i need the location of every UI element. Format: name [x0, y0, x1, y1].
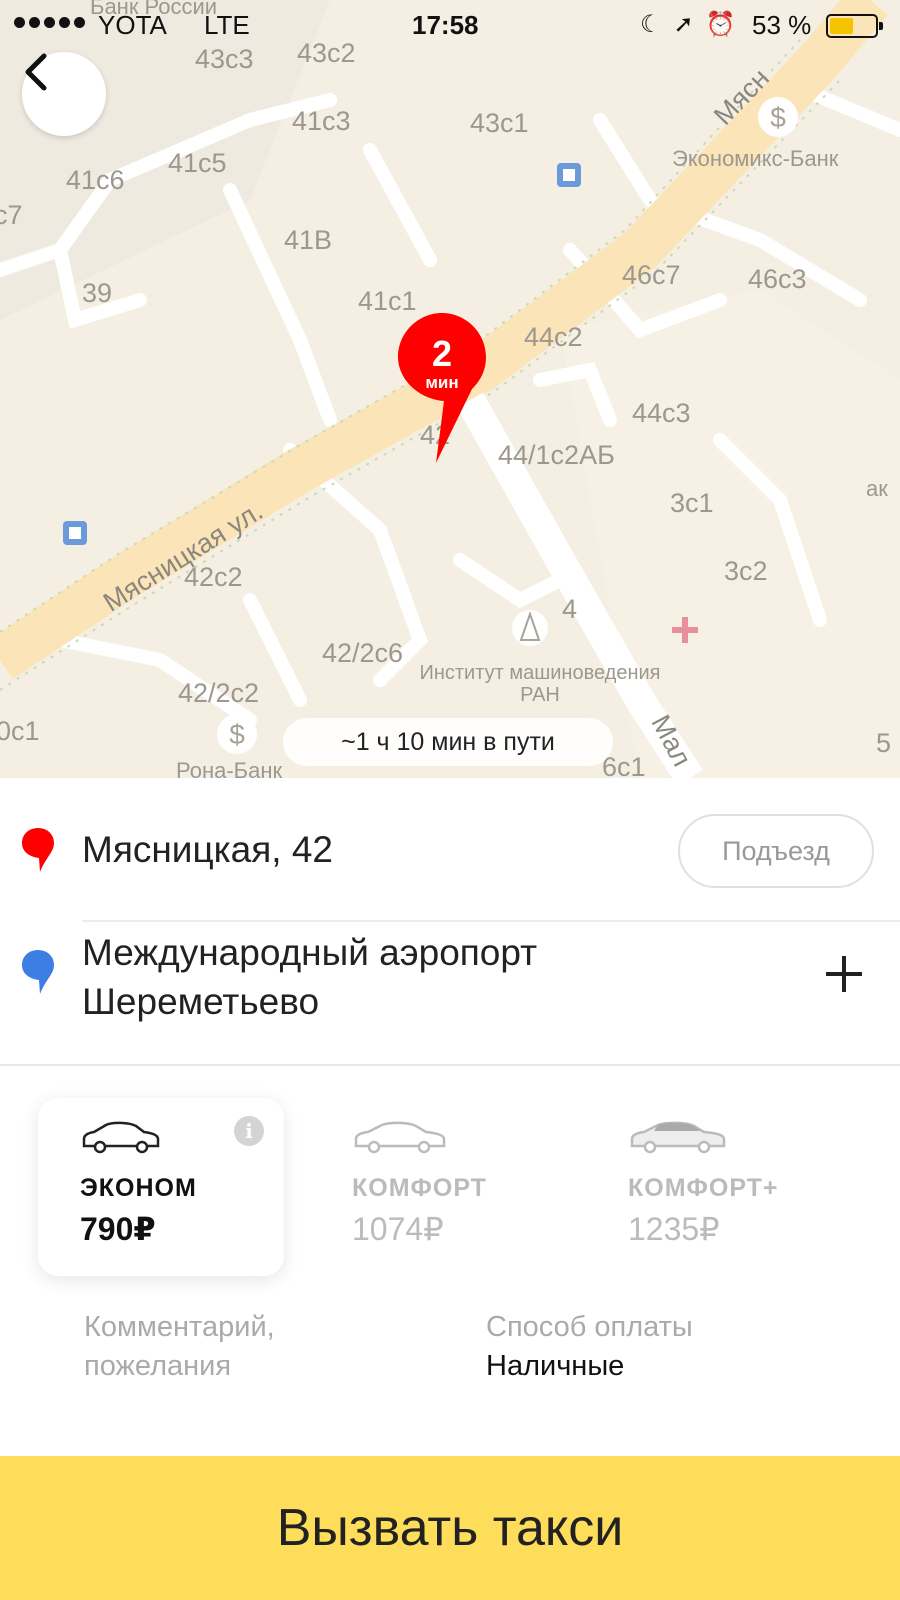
map-label: ак: [866, 476, 888, 501]
map-label: 3с2: [724, 556, 768, 586]
status-time: 17:58: [412, 10, 479, 40]
pickup-pin[interactable]: 2 мин: [398, 313, 498, 463]
pin-eta-number: 2: [431, 333, 453, 374]
tariff-price: 1074₽: [352, 1211, 444, 1247]
pickup-address-row[interactable]: Мясницкая, 42 Подъезд: [0, 778, 900, 920]
destination-address: Международный аэропорт Шереметьево: [82, 928, 537, 1026]
map-label: 0с1: [0, 716, 40, 746]
tariff-econom[interactable]: i ЭКОНОМ 790₽: [38, 1098, 284, 1276]
divider: [0, 1064, 900, 1066]
destination-line: Шереметьево: [82, 981, 320, 1022]
entrance-button[interactable]: Подъезд: [678, 814, 874, 888]
tariff-name: ЭКОНОМ: [80, 1174, 197, 1202]
payment-value: Наличные: [486, 1350, 625, 1382]
tariff-name: КОМФОРТ: [352, 1174, 487, 1202]
destination-line: Международный аэропорт: [82, 932, 538, 973]
map-label: 42/2с2: [178, 678, 260, 708]
chevron-left-icon: [25, 53, 47, 91]
destination-address-row[interactable]: Международный аэропорт Шереметьево: [0, 922, 900, 1042]
tariff-price: 1235₽: [628, 1211, 720, 1247]
map-label: 42/2с6: [322, 638, 404, 668]
map-label: 5: [876, 728, 892, 758]
map-label: 43с1: [470, 108, 529, 138]
institute-icon: [512, 610, 548, 646]
pickup-marker-icon: [22, 828, 54, 872]
pickup-address: Мясницкая, 42: [82, 829, 333, 870]
status-bar: YOTA LTE 17:58 ☾➚⏰ 53 %: [0, 0, 900, 50]
map-label: 44с2: [524, 322, 583, 352]
map-label: 44/1с2АБ: [498, 440, 615, 470]
trip-duration-badge: ~1 ч 10 мин в пути: [283, 718, 613, 766]
map-label: 44с3: [632, 398, 691, 428]
tariff-name: КОМФОРТ+: [628, 1174, 779, 1202]
plus-icon[interactable]: [822, 952, 866, 996]
order-panel: Мясницкая, 42 Подъезд Международный аэро…: [0, 778, 900, 1600]
comment-option[interactable]: Комментарий, пожелания: [84, 1308, 275, 1386]
location-arrow-icon: ➚: [673, 11, 706, 38]
signal-strength-icon: [14, 17, 85, 28]
battery-icon: [826, 14, 883, 38]
car-icon: [630, 1121, 726, 1154]
map-label: 41В: [284, 225, 333, 255]
carrier-name: YOTA: [98, 10, 167, 40]
comment-label: Комментарий,: [84, 1311, 275, 1343]
call-taxi-button[interactable]: Вызвать такси: [0, 1456, 900, 1600]
network-type: LTE: [204, 10, 250, 40]
map-view[interactable]: $ $ Банк России 43с3 43с2 41с3 43с1 41с6…: [0, 0, 900, 778]
info-icon[interactable]: i: [234, 1116, 264, 1146]
tariff-price: 790₽: [80, 1211, 156, 1247]
pin-eta-unit: мин: [425, 373, 459, 392]
map-label: 4: [562, 594, 578, 624]
car-icon: [82, 1121, 160, 1154]
map-label: 3с1: [670, 488, 714, 518]
comment-label: пожелания: [84, 1350, 232, 1382]
map-label: 41с6: [66, 165, 125, 195]
poi-label: Рона-Банк: [176, 758, 283, 778]
map-label: 41с5: [168, 148, 227, 178]
poi-label: Экономикс-Банк: [672, 146, 839, 171]
battery-level: [830, 18, 854, 34]
bus-stop-icon: [557, 163, 581, 187]
alarm-icon: ⏰: [705, 11, 748, 38]
map-label: 46с3: [748, 264, 807, 294]
tariff-comfort[interactable]: КОМФОРТ 1074₽: [310, 1098, 556, 1276]
payment-label: Способ оплаты: [486, 1311, 693, 1343]
svg-text:$: $: [229, 719, 245, 750]
battery-percent: 53 %: [752, 10, 812, 40]
map-label: с7: [0, 200, 23, 230]
destination-marker-icon: [22, 950, 54, 994]
car-icon: [354, 1121, 446, 1154]
poi-label: Институт машиноведения РАН: [419, 662, 661, 706]
tariff-comfort-plus[interactable]: КОМФОРТ+ 1235₽: [586, 1098, 832, 1276]
map-label: 41с3: [292, 106, 351, 136]
svg-text:$: $: [770, 102, 786, 133]
map-label: 39: [82, 278, 113, 308]
moon-icon: ☾: [640, 11, 674, 38]
bank-icon: $: [758, 97, 798, 137]
map-label: 46с7: [622, 260, 681, 290]
payment-method-option[interactable]: Способ оплаты Наличные: [486, 1308, 693, 1386]
back-button[interactable]: [22, 52, 106, 136]
